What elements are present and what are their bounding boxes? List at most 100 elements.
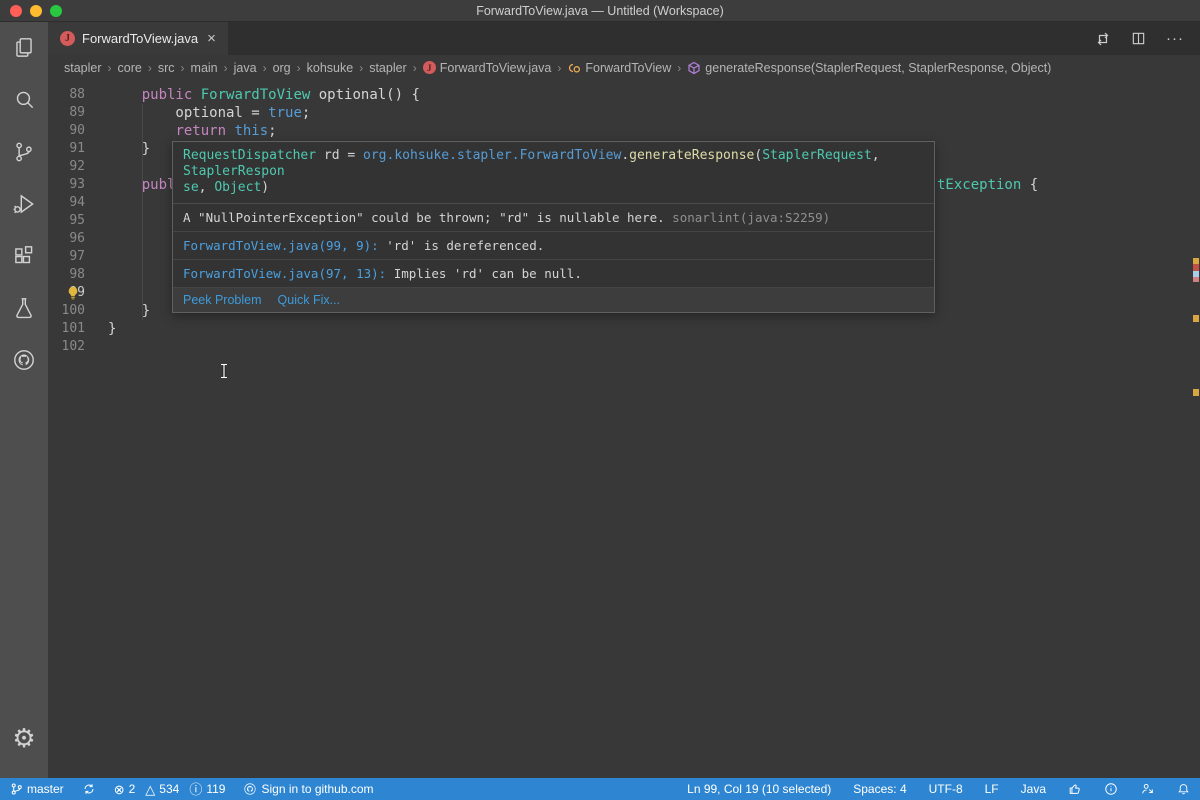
line-number: 92: [48, 158, 108, 176]
diagnostic-message: A "NullPointerException" could be thrown…: [183, 210, 672, 225]
breadcrumb-item[interactable]: java: [234, 61, 257, 75]
breadcrumb-item[interactable]: org: [273, 61, 291, 75]
notifications-button[interactable]: [1177, 782, 1190, 796]
activity-bar: ⚙: [0, 22, 48, 778]
git-branch-icon: [10, 782, 23, 796]
indentation-indicator[interactable]: Spaces: 4: [853, 782, 906, 796]
account-button[interactable]: [1140, 782, 1155, 796]
bell-icon: [1177, 782, 1190, 796]
source-control-icon[interactable]: [0, 126, 48, 178]
octocat-icon: [243, 782, 257, 796]
breadcrumb-item[interactable]: stapler: [64, 61, 102, 75]
testing-icon[interactable]: [0, 282, 48, 334]
breadcrumb-item[interactable]: generateResponse(StaplerRequest, Stapler…: [687, 61, 1051, 75]
breadcrumb-item[interactable]: J ForwardToView.java: [423, 61, 552, 75]
text-cursor-icon: [218, 363, 230, 379]
quick-fix-link[interactable]: Quick Fix...: [278, 293, 341, 307]
code-token: }: [108, 141, 150, 157]
breadcrumb-label: java: [234, 61, 257, 75]
code-line[interactable]: 89 optional = true;: [48, 104, 1200, 122]
related-link[interactable]: ForwardToView.java(97, 13):: [183, 266, 394, 281]
branch-name: master: [27, 782, 64, 796]
code-token: }: [108, 321, 116, 337]
hover-tooltip: RequestDispatcher rd = org.kohsuke.stapl…: [172, 141, 935, 313]
code-token: this: [234, 123, 268, 139]
code-fragment: tException {: [937, 176, 1038, 194]
tab-close-icon[interactable]: ×: [205, 30, 218, 47]
info-circle-icon: [1104, 782, 1118, 796]
editor-group: J ForwardToView.java × ··· stapler›core›…: [48, 22, 1200, 778]
line-number: 102: [48, 338, 108, 356]
code-token: .: [621, 148, 629, 163]
language-indicator[interactable]: Java: [1021, 782, 1046, 796]
code-token: ,: [872, 148, 888, 163]
breadcrumb-label: stapler: [369, 61, 407, 75]
breadcrumb-item[interactable]: main: [191, 61, 218, 75]
line-number: 89: [48, 104, 108, 122]
encoding-indicator[interactable]: UTF-8: [929, 782, 963, 796]
breadcrumb-label: ForwardToView: [585, 61, 671, 75]
chevron-right-icon: ›: [148, 61, 152, 75]
code-token: Object: [214, 180, 261, 195]
code-line[interactable]: 90 return this;: [48, 122, 1200, 140]
code-line[interactable]: 88 public ForwardToView optional() {: [48, 86, 1200, 104]
error-count: 2: [129, 782, 136, 796]
status-bar: master ⊗ 2 △ 534 ⓘ 119 Sign in to github…: [0, 778, 1200, 800]
explorer-icon[interactable]: [0, 22, 48, 74]
github-icon[interactable]: [0, 334, 48, 386]
code-token: optional() {: [310, 87, 420, 103]
code-token: {: [1021, 177, 1038, 193]
github-signin[interactable]: Sign in to github.com: [243, 782, 373, 796]
breadcrumb-item[interactable]: kohsuke: [307, 61, 354, 75]
line-number: 91: [48, 140, 108, 158]
branch-indicator[interactable]: master: [10, 782, 64, 796]
compare-changes-icon[interactable]: [1095, 31, 1111, 47]
vscode-window: ForwardToView.java — Untitled (Workspace…: [0, 0, 1200, 800]
info-button[interactable]: [1104, 782, 1118, 796]
extensions-icon[interactable]: [0, 230, 48, 282]
code-editor[interactable]: 88 public ForwardToView optional() {89 o…: [48, 80, 1200, 778]
run-debug-icon[interactable]: [0, 178, 48, 230]
cursor-position[interactable]: Ln 99, Col 19 (10 selected): [687, 782, 831, 796]
more-actions-icon[interactable]: ···: [1166, 30, 1184, 47]
lightbulb-icon[interactable]: [66, 286, 80, 300]
problems-indicator[interactable]: ⊗ 2 △ 534 ⓘ 119: [114, 782, 226, 796]
code-token: RequestDispatcher: [183, 148, 316, 163]
tab-forwardtoview[interactable]: J ForwardToView.java ×: [48, 22, 228, 55]
chevron-right-icon: ›: [677, 61, 681, 75]
overview-ruler-mark: [1193, 389, 1199, 396]
settings-gear-icon[interactable]: ⚙: [0, 712, 48, 764]
code-token: public: [142, 87, 193, 103]
chevron-right-icon: ›: [108, 61, 112, 75]
breadcrumb-item[interactable]: src: [158, 61, 175, 75]
chevron-right-icon: ›: [297, 61, 301, 75]
java-file-icon: J: [423, 61, 436, 74]
breadcrumb-item[interactable]: core: [118, 61, 142, 75]
related-text: 'rd' is dereferenced.: [386, 238, 544, 253]
search-icon[interactable]: [0, 74, 48, 126]
line-number: 94: [48, 194, 108, 212]
breadcrumb-item[interactable]: ForwardToView: [567, 61, 671, 75]
peek-problem-link[interactable]: Peek Problem: [183, 293, 262, 307]
code-token: ;: [302, 105, 310, 121]
line-number: 93: [48, 176, 108, 194]
info-count: 119: [206, 782, 225, 796]
breadcrumb-label: ForwardToView.java: [440, 61, 552, 75]
chevron-right-icon: ›: [181, 61, 185, 75]
code-token: true: [268, 105, 302, 121]
eol-indicator[interactable]: LF: [985, 782, 999, 796]
code-token: [108, 87, 142, 103]
hover-related-2: ForwardToView.java(97, 13): Implies 'rd'…: [173, 260, 934, 288]
code-token: tException: [937, 177, 1021, 193]
tab-label: ForwardToView.java: [82, 31, 198, 46]
hover-actions: Peek Problem Quick Fix...: [173, 288, 934, 312]
feedback-button[interactable]: [1068, 782, 1082, 796]
code-token: rd =: [316, 148, 363, 163]
code-line[interactable]: 101}: [48, 320, 1200, 338]
related-link[interactable]: ForwardToView.java(99, 9):: [183, 238, 386, 253]
line-number: 97: [48, 248, 108, 266]
code-line[interactable]: 102: [48, 338, 1200, 356]
sync-button[interactable]: [82, 782, 96, 796]
split-editor-icon[interactable]: [1131, 31, 1146, 46]
breadcrumb-item[interactable]: stapler: [369, 61, 407, 75]
